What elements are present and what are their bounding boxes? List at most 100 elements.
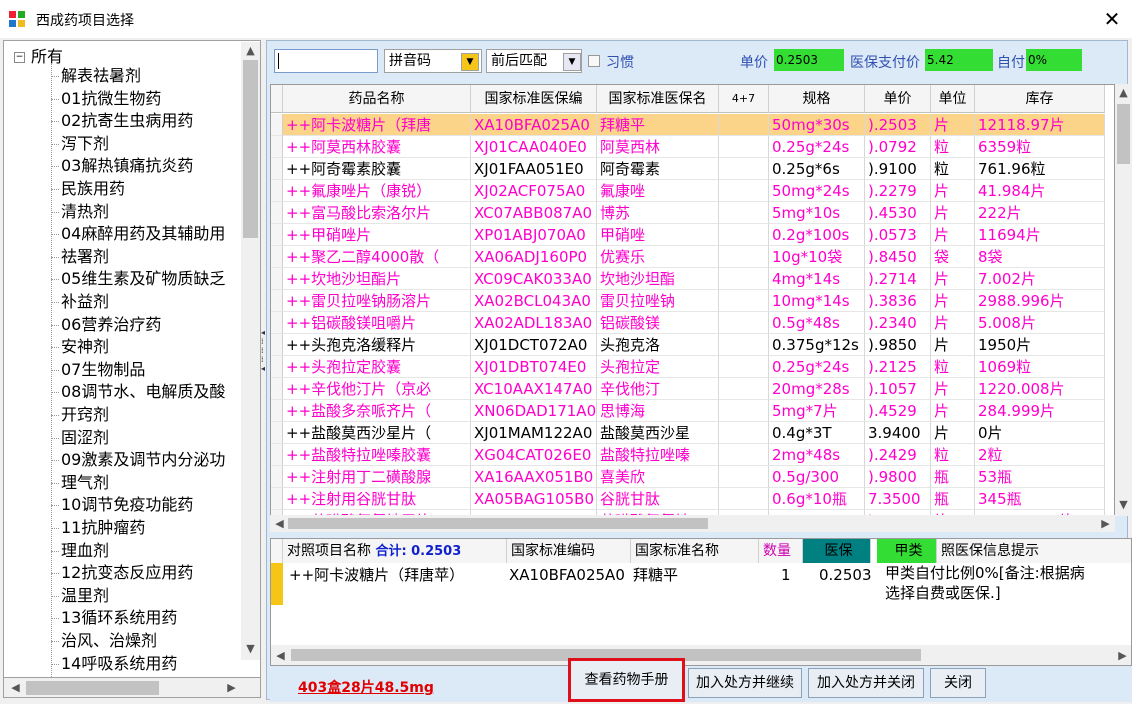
table-cell[interactable]: ++盐酸特拉唑嗪胶囊 bbox=[283, 444, 471, 466]
row-header[interactable] bbox=[271, 356, 283, 378]
table-cell[interactable]: ).9850 bbox=[865, 334, 931, 356]
table-cell[interactable]: 盐酸特拉唑嗪 bbox=[597, 444, 719, 466]
tree-item[interactable]: 治风、治燥剂 bbox=[51, 630, 251, 652]
table-cell[interactable]: 0.25g*24s bbox=[769, 136, 865, 158]
tree-item[interactable]: 补益剂 bbox=[51, 291, 251, 313]
column-header[interactable]: 库存 bbox=[975, 85, 1105, 113]
table-cell[interactable]: ).2714 bbox=[865, 268, 931, 290]
table-cell[interactable]: 盐酸莫西沙星 bbox=[597, 422, 719, 444]
tree-item[interactable]: 10调节免疫功能药 bbox=[51, 494, 251, 516]
tree-item[interactable]: 泻下剂 bbox=[51, 133, 251, 155]
table-cell[interactable]: 8袋 bbox=[975, 246, 1105, 268]
table-cell[interactable]: ++聚乙二醇4000散（ bbox=[283, 246, 471, 268]
pinyin-select[interactable]: 拼音码 ▼ bbox=[384, 49, 482, 73]
row-header[interactable] bbox=[271, 444, 283, 466]
table-cell[interactable]: 0.25g*6s bbox=[769, 158, 865, 180]
table-cell[interactable]: 博苏 bbox=[597, 202, 719, 224]
table-cell[interactable]: 5mg*7片 bbox=[769, 400, 865, 422]
table-cell[interactable]: 谷胱甘肽 bbox=[597, 488, 719, 510]
table-cell[interactable]: ).2503 bbox=[865, 114, 931, 136]
table-cell[interactable] bbox=[719, 114, 769, 136]
row-header[interactable] bbox=[271, 246, 283, 268]
row-header[interactable] bbox=[271, 268, 283, 290]
table-cell[interactable]: 0片 bbox=[975, 422, 1105, 444]
tree-item[interactable]: 安神剂 bbox=[51, 336, 251, 358]
column-header[interactable]: 单位 bbox=[931, 85, 975, 113]
tree-item[interactable]: 06营养治疗药 bbox=[51, 314, 251, 336]
selected-horizontal-scrollbar[interactable]: ◀ ▶ bbox=[271, 645, 1131, 665]
scroll-thumb[interactable] bbox=[288, 518, 708, 529]
tree-item[interactable]: 14呼吸系统用药 bbox=[51, 653, 251, 675]
row-header[interactable] bbox=[271, 400, 283, 422]
tree-item[interactable]: 13循环系统用药 bbox=[51, 607, 251, 629]
table-cell[interactable]: 345瓶 bbox=[975, 488, 1105, 510]
table-cell[interactable]: 坎地沙坦酯 bbox=[597, 268, 719, 290]
table-cell[interactable]: ++注射用丁二磺酸腺 bbox=[283, 466, 471, 488]
table-cell[interactable] bbox=[719, 136, 769, 158]
scroll-right-icon[interactable]: ▶ bbox=[1096, 517, 1115, 530]
row-header[interactable] bbox=[271, 158, 283, 180]
table-cell[interactable]: 阿奇霉素 bbox=[597, 158, 719, 180]
tree-item[interactable]: 理气剂 bbox=[51, 472, 251, 494]
table-cell[interactable]: 喜美欣 bbox=[597, 466, 719, 488]
table-cell[interactable] bbox=[719, 268, 769, 290]
table-cell[interactable]: ++阿奇霉素胶囊 bbox=[283, 158, 471, 180]
tree-item[interactable]: 开窍剂 bbox=[51, 404, 251, 426]
row-header[interactable] bbox=[271, 136, 283, 158]
match-select[interactable]: 前后匹配 ▼ bbox=[486, 49, 582, 73]
table-cell[interactable]: ++坎地沙坦酯片 bbox=[283, 268, 471, 290]
close-button[interactable]: 关闭 bbox=[930, 668, 986, 698]
table-cell[interactable]: 粒 bbox=[931, 136, 975, 158]
table-cell[interactable]: 片 bbox=[931, 268, 975, 290]
category-tree[interactable]: − 所有 解表祛暑剂 01抗微生物药 02抗寄生虫病用药 泻下剂 03解热镇痛抗炎药 民族用… bbox=[3, 40, 261, 678]
table-cell[interactable] bbox=[719, 400, 769, 422]
row-header[interactable] bbox=[271, 202, 283, 224]
column-header[interactable]: 药品名称 bbox=[283, 85, 471, 113]
table-cell[interactable]: XA02BCL043A0 bbox=[471, 290, 597, 312]
table-cell[interactable]: 53瓶 bbox=[975, 466, 1105, 488]
table-cell[interactable]: XA06ADJ160P0 bbox=[471, 246, 597, 268]
table-cell[interactable] bbox=[719, 290, 769, 312]
table-cell[interactable] bbox=[719, 224, 769, 246]
table-cell[interactable]: 片 bbox=[931, 202, 975, 224]
table-cell[interactable]: 0.4g*3T bbox=[769, 422, 865, 444]
tree-item[interactable]: 04麻醉用药及其辅助用 bbox=[51, 223, 251, 245]
table-cell[interactable]: ).9800 bbox=[865, 466, 931, 488]
table-cell[interactable]: 10mg*14s bbox=[769, 290, 865, 312]
tree-item[interactable]: 02抗寄生虫病用药 bbox=[51, 110, 251, 132]
table-cell[interactable]: XC07ABB087A0 bbox=[471, 202, 597, 224]
table-cell[interactable]: ).4529 bbox=[865, 400, 931, 422]
table-cell[interactable]: 片 bbox=[931, 180, 975, 202]
table-cell[interactable] bbox=[719, 488, 769, 510]
table-cell[interactable] bbox=[719, 334, 769, 356]
table-cell[interactable]: 1220.008片 bbox=[975, 378, 1105, 400]
table-cell[interactable]: 甲硝唑 bbox=[597, 224, 719, 246]
table-cell[interactable]: 氟康唑 bbox=[597, 180, 719, 202]
tree-item[interactable]: 11抗肿瘤药 bbox=[51, 517, 251, 539]
drug-table[interactable]: 药品名称 国家标准医保编 国家标准医保名 4+7 规格 单价 单位 库存 ++阿卡波糖片（拜唐… bbox=[270, 84, 1115, 516]
table-cell[interactable]: 2988.996片 bbox=[975, 290, 1105, 312]
table-cell[interactable]: XJ02ACF075A0 bbox=[471, 180, 597, 202]
table-cell[interactable]: ).2340 bbox=[865, 312, 931, 334]
table-cell[interactable]: ++富马酸比索洛尔片 bbox=[283, 202, 471, 224]
table-cell[interactable]: 片 bbox=[931, 378, 975, 400]
tree-item[interactable]: 解表祛暑剂 bbox=[51, 65, 251, 87]
table-cell[interactable] bbox=[719, 312, 769, 334]
table-cell[interactable]: 片 bbox=[931, 422, 975, 444]
table-cell[interactable]: 辛伐他汀 bbox=[597, 378, 719, 400]
table-cell[interactable]: 片 bbox=[931, 114, 975, 136]
table-cell[interactable]: 6359粒 bbox=[975, 136, 1105, 158]
table-cell[interactable]: ++头孢克洛缓释片 bbox=[283, 334, 471, 356]
dosage-status[interactable]: 403盒28片48.5mg bbox=[298, 677, 434, 697]
table-cell[interactable]: 0.5g*48s bbox=[769, 312, 865, 334]
table-cell[interactable]: 3.9400 bbox=[865, 422, 931, 444]
table-cell[interactable]: ++头孢拉定胶囊 bbox=[283, 356, 471, 378]
chevron-down-icon[interactable]: ▼ bbox=[461, 53, 479, 71]
table-cell[interactable]: 阿莫西林 bbox=[597, 136, 719, 158]
table-cell[interactable]: XJ01FAA051E0 bbox=[471, 158, 597, 180]
table-cell[interactable]: 5mg*10s bbox=[769, 202, 865, 224]
table-cell[interactable]: 粒 bbox=[931, 158, 975, 180]
tree-item[interactable]: 祛署剂 bbox=[51, 246, 251, 268]
scroll-thumb[interactable] bbox=[1117, 104, 1130, 164]
table-cell[interactable]: 瓶 bbox=[931, 488, 975, 510]
